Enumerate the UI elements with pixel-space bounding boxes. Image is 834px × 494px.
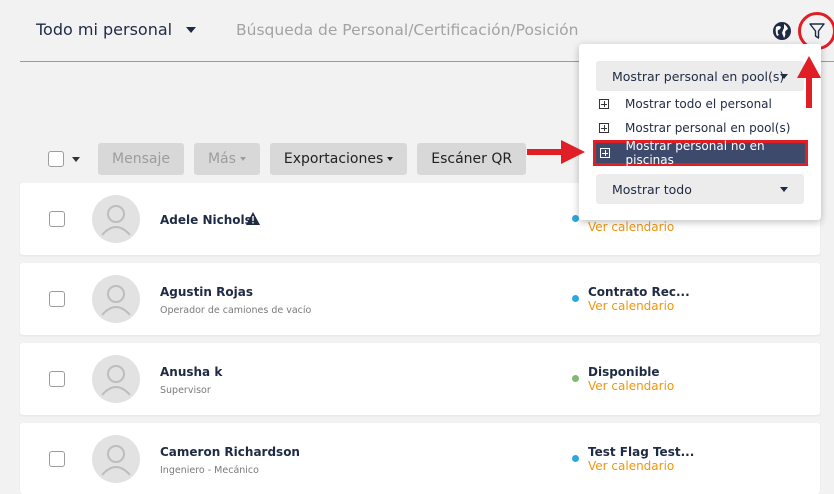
person-icon (101, 445, 131, 476)
mas-button[interactable]: Más (193, 143, 260, 175)
chevron-down-icon (780, 187, 788, 192)
table-row[interactable]: Cameron Richardson Ingeniero - Mecánico … (20, 423, 820, 494)
mensaje-label: Mensaje (112, 151, 170, 167)
exportaciones-label: Exportaciones (283, 151, 384, 167)
option-show-in-pools[interactable]: Mostrar personal en pool(s) (599, 119, 790, 137)
status-dot (572, 295, 579, 302)
chevron-down-icon (186, 26, 197, 33)
person-role: Operador de camiones de vacío (160, 305, 312, 316)
mas-label: Más (207, 151, 236, 167)
show-all-select[interactable]: Mostrar todo (596, 174, 804, 204)
view-selector[interactable]: Todo mi personal (36, 20, 197, 39)
avatar (92, 195, 140, 243)
row-checkbox[interactable] (49, 211, 65, 227)
status-text: Test Flag Test... (588, 445, 695, 459)
chevron-down-icon (780, 74, 788, 79)
filter-icon (809, 23, 825, 39)
chevron-down-icon[interactable] (72, 156, 80, 162)
person-name[interactable]: Adele Nichols (160, 213, 252, 227)
person-icon (101, 205, 131, 236)
chevron-down-icon (239, 157, 246, 161)
row-checkbox[interactable] (49, 451, 65, 467)
option-label: Mostrar todo el personal (625, 97, 772, 111)
search-input[interactable]: Búsqueda de Personal/Certificación/Posic… (236, 21, 578, 39)
toolbar: Mensaje Más Exportaciones Escáner QR (48, 143, 536, 175)
avatar (92, 275, 140, 323)
status-dot (572, 455, 579, 462)
option-label: Mostrar personal en pool(s) (625, 121, 791, 135)
person-name[interactable]: Anusha k (160, 365, 222, 379)
expand-icon (599, 99, 609, 109)
option-label: Mostrar personal no en piscinas (625, 139, 765, 167)
person-icon (101, 365, 131, 396)
table-row[interactable]: Anusha k Supervisor Disponible Ver calen… (20, 343, 820, 415)
red-arrow-up-icon (797, 56, 821, 108)
pool-select[interactable]: Mostrar personal en pool(s) (596, 61, 804, 91)
globe-icon[interactable] (772, 21, 792, 41)
filter-dropdown: Mostrar personal en pool(s) Mostrar todo… (579, 44, 821, 220)
escaner-qr-button[interactable]: Escáner QR (417, 143, 527, 175)
person-role: Supervisor (160, 385, 211, 396)
row-checkbox[interactable] (49, 371, 65, 387)
warning-icon (246, 212, 260, 225)
person-name[interactable]: Agustin Rojas (160, 285, 253, 299)
row-checkbox[interactable] (49, 291, 65, 307)
pool-select-label: Mostrar personal en pool(s) (612, 68, 785, 84)
option-show-all-personnel[interactable]: Mostrar todo el personal (599, 95, 772, 113)
person-role: Ingeniero - Mecánico (160, 465, 259, 476)
option-show-not-in-pools[interactable]: Mostrar personal no en piscinas (593, 139, 808, 167)
show-all-select-label: Mostrar todo (612, 181, 692, 197)
ver-calendario-link[interactable]: Ver calendario (588, 459, 674, 473)
ver-calendario-link[interactable]: Ver calendario (588, 220, 674, 234)
escaner-qr-label: Escáner QR (431, 151, 513, 167)
status-dot (572, 375, 579, 382)
expand-icon (600, 148, 610, 158)
view-selector-label: Todo mi personal (36, 20, 173, 39)
status-text: Contrato Rec... (588, 285, 690, 299)
ver-calendario-link[interactable]: Ver calendario (588, 379, 674, 393)
ver-calendario-link[interactable]: Ver calendario (588, 299, 674, 313)
person-icon (101, 285, 131, 316)
status-text: Disponible (588, 365, 660, 379)
table-row[interactable]: Agustin Rojas Operador de camiones de va… (20, 263, 820, 335)
status-dot (572, 215, 579, 222)
select-all-checkbox[interactable] (48, 151, 64, 167)
person-name[interactable]: Cameron Richardson (160, 445, 300, 459)
mensaje-button[interactable]: Mensaje (98, 143, 184, 175)
red-arrow-right-icon (527, 140, 585, 164)
chevron-down-icon (387, 157, 394, 161)
expand-icon (599, 123, 609, 133)
avatar (92, 435, 140, 483)
exportaciones-button[interactable]: Exportaciones (269, 143, 408, 175)
avatar (92, 355, 140, 403)
